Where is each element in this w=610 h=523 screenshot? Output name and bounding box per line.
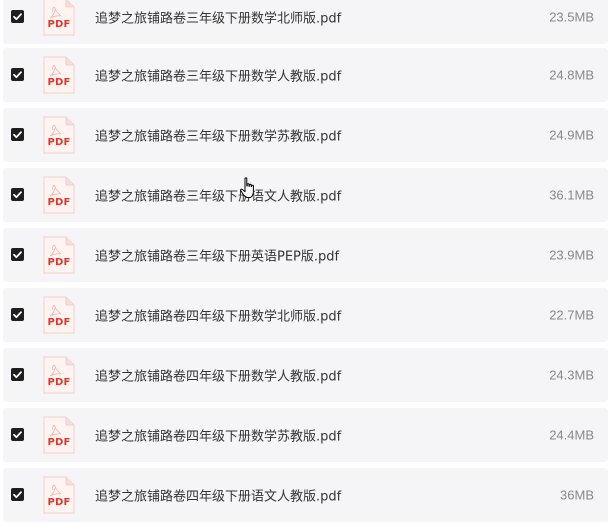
- file-row[interactable]: PDF 追梦之旅铺路卷四年级下册语文人教版.pdf 36MB: [3, 468, 608, 522]
- file-size: 24.8MB: [549, 67, 594, 83]
- file-size: 24.3MB: [549, 367, 594, 383]
- file-name[interactable]: 追梦之旅铺路卷四年级下册语文人教版.pdf: [95, 486, 341, 505]
- checkbox-checked-icon[interactable]: [11, 128, 24, 141]
- pdf-file-icon: PDF: [43, 236, 75, 274]
- file-row[interactable]: PDF 追梦之旅铺路卷三年级下册英语PEP版.pdf 23.9MB: [3, 228, 608, 282]
- pdf-file-icon: PDF: [43, 56, 75, 94]
- file-name[interactable]: 追梦之旅铺路卷三年级下册数学人教版.pdf: [95, 66, 341, 85]
- file-list: PDF 追梦之旅铺路卷三年级下册数学北师版.pdf 23.5MB PDF 追梦之…: [0, 0, 610, 523]
- file-size: 24.9MB: [549, 127, 594, 143]
- file-row[interactable]: PDF 追梦之旅铺路卷三年级下册数学苏教版.pdf 24.9MB: [3, 108, 608, 162]
- file-row[interactable]: PDF 追梦之旅铺路卷三年级下册语文人教版.pdf 36.1MB: [3, 168, 608, 222]
- pdf-file-icon: PDF: [43, 356, 75, 394]
- file-size: 23.9MB: [549, 247, 594, 263]
- pdf-file-icon: PDF: [43, 416, 75, 454]
- file-name[interactable]: 追梦之旅铺路卷三年级下册数学苏教版.pdf: [95, 126, 341, 145]
- file-row[interactable]: PDF 追梦之旅铺路卷四年级下册数学北师版.pdf 22.7MB: [3, 288, 608, 342]
- pdf-label: PDF: [47, 497, 71, 508]
- checkbox-checked-icon[interactable]: [11, 248, 24, 261]
- pdf-file-icon: PDF: [43, 0, 75, 36]
- file-name[interactable]: 追梦之旅铺路卷三年级下册英语PEP版.pdf: [95, 246, 339, 265]
- checkbox-checked-icon[interactable]: [11, 428, 24, 441]
- file-row[interactable]: PDF 追梦之旅铺路卷三年级下册数学人教版.pdf 24.8MB: [3, 48, 608, 102]
- checkbox-checked-icon[interactable]: [11, 368, 24, 381]
- pdf-file-icon: PDF: [43, 476, 75, 514]
- file-size: 24.4MB: [549, 427, 594, 443]
- file-size: 23.5MB: [549, 9, 594, 25]
- pdf-file-icon: PDF: [43, 296, 75, 334]
- pdf-label: PDF: [47, 137, 71, 148]
- checkbox-checked-icon[interactable]: [11, 488, 24, 501]
- checkbox-checked-icon[interactable]: [11, 68, 24, 81]
- file-size: 36.1MB: [549, 187, 594, 203]
- pdf-label: PDF: [47, 317, 71, 328]
- file-name[interactable]: 追梦之旅铺路卷四年级下册数学人教版.pdf: [95, 366, 341, 385]
- file-name[interactable]: 追梦之旅铺路卷四年级下册数学北师版.pdf: [95, 306, 341, 325]
- pdf-label: PDF: [47, 19, 71, 30]
- pdf-file-icon: PDF: [43, 176, 75, 214]
- checkbox-checked-icon[interactable]: [11, 308, 24, 321]
- file-size: 22.7MB: [549, 307, 594, 323]
- checkbox-checked-icon[interactable]: [11, 10, 24, 23]
- file-size: 36MB: [560, 487, 594, 503]
- file-row[interactable]: PDF 追梦之旅铺路卷四年级下册数学苏教版.pdf 24.4MB: [3, 408, 608, 462]
- pdf-label: PDF: [47, 437, 71, 448]
- file-name[interactable]: 追梦之旅铺路卷三年级下册数学北师版.pdf: [95, 8, 341, 27]
- file-row[interactable]: PDF 追梦之旅铺路卷四年级下册数学人教版.pdf 24.3MB: [3, 348, 608, 402]
- pdf-label: PDF: [47, 197, 71, 208]
- file-name[interactable]: 追梦之旅铺路卷三年级下册语文人教版.pdf: [95, 186, 341, 205]
- checkbox-checked-icon[interactable]: [11, 188, 24, 201]
- file-row[interactable]: PDF 追梦之旅铺路卷三年级下册数学北师版.pdf 23.5MB: [3, 0, 608, 44]
- pdf-file-icon: PDF: [43, 116, 75, 154]
- pdf-label: PDF: [47, 257, 71, 268]
- file-name[interactable]: 追梦之旅铺路卷四年级下册数学苏教版.pdf: [95, 426, 341, 445]
- pdf-label: PDF: [47, 377, 71, 388]
- pdf-label: PDF: [47, 77, 71, 88]
